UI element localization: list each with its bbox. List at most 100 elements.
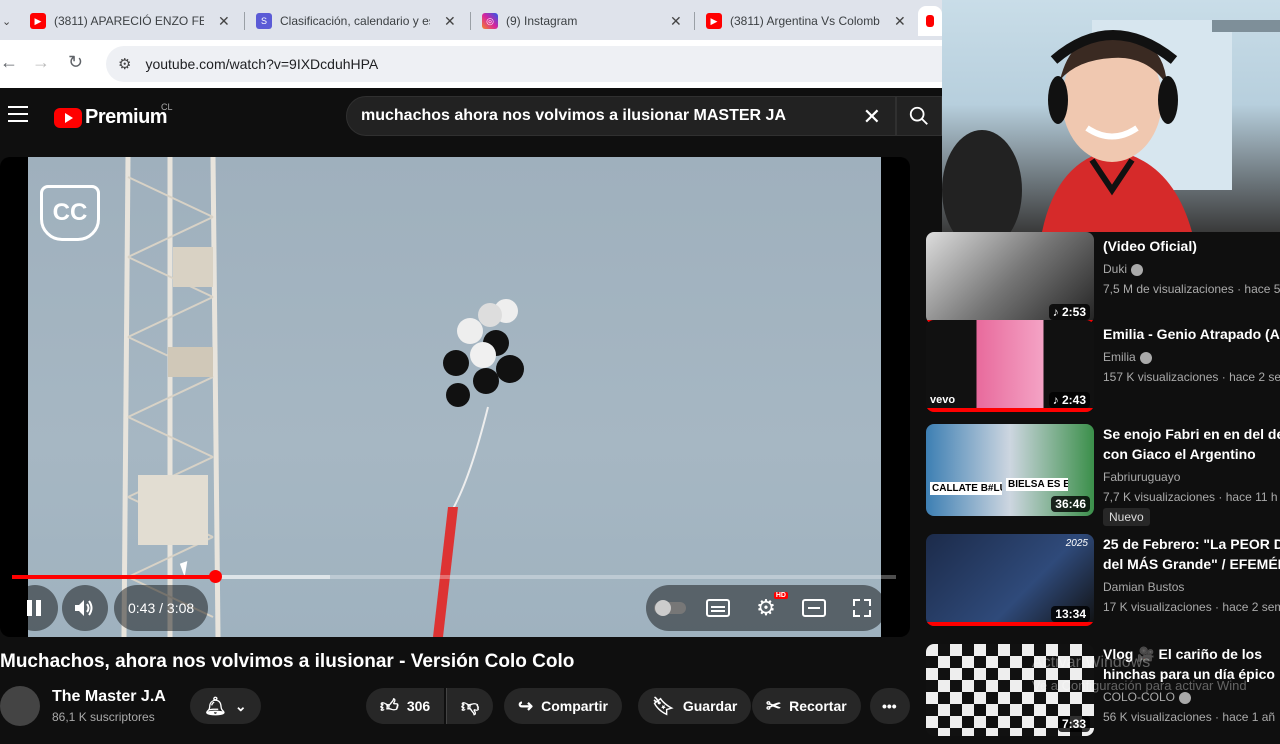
clip-button[interactable]: ✂ Recortar [752,688,861,724]
thumb-year: 2025 [1065,538,1088,549]
youtube-play-logo-icon [54,107,82,128]
channel-name[interactable]: The Master J.A [52,688,166,706]
recommendation-item[interactable]: vevo ♪ 2:43 Emilia - Genio Atrapado (Au … [924,320,1280,420]
dislike-button[interactable]: 👎︎ [446,688,494,724]
pause-button[interactable] [12,585,58,631]
instagram-icon: ◎ [482,13,498,29]
tab-title: Clasificación, calendario y es [280,14,430,28]
video-thumbnail[interactable]: CALLATE B#LUDO BIELSA ES EL MEJOR 36:46 [926,424,1094,516]
more-actions-button[interactable]: ••• [870,688,910,724]
save-button[interactable]: 🔖︎ Guardar [638,688,752,724]
watched-progress-bar [926,408,1094,412]
mute-button[interactable] [62,585,108,631]
clear-search-icon[interactable]: ✕ [863,104,881,130]
subscriber-count: 86,1 K suscriptores [52,710,155,724]
like-button[interactable]: 👍︎ 306 [366,688,445,724]
close-icon[interactable]: ✕ [444,13,456,30]
tab-separator [244,12,245,30]
tab-separator [470,12,471,30]
search-input[interactable]: muchachos ahora nos volvimos a ilusionar… [346,96,896,136]
video-duration: 7:33 [1057,716,1090,732]
channel-avatar[interactable] [0,686,40,726]
video-thumbnail[interactable]: ♪ 2:53 [926,232,1094,324]
verified-icon [1131,263,1144,276]
fullscreen-icon[interactable] [840,586,884,630]
browser-tab-bar: ⌄ ▶ (3811) APARECIÓ ENZO FER ✕ S Clasifi… [0,0,942,40]
streamer-image [942,20,1280,232]
tab-title: (3811) Argentina Vs Colomb [730,14,880,28]
subtitles-icon[interactable] [696,586,740,630]
video-duration: 36:46 [1051,496,1090,512]
browser-tab-3[interactable]: ◎ (9) Instagram ✕ [472,6,682,36]
thumbs-up-icon: 👍︎ [380,696,399,716]
channel-name: Emilia [1103,350,1152,364]
more-icon: ••• [882,698,897,714]
url-text: youtube.com/watch?v=9IXDcduhHPA [145,56,379,72]
close-icon[interactable]: ✕ [670,13,682,30]
recommendation-item[interactable]: 2025 13:34 25 de Febrero: "La PEOR Der d… [924,534,1280,634]
hamburger-menu-icon[interactable] [8,106,28,127]
new-badge: Nuevo [1103,508,1150,526]
close-icon[interactable]: ✕ [894,13,906,30]
video-thumbnail[interactable]: 2025 13:34 [926,534,1094,626]
browser-tab-4[interactable]: ▶ (3811) Argentina Vs Colomb ✕ [696,6,906,36]
back-icon[interactable]: ← [0,52,18,73]
bookmark-icon: 🔖︎ [652,695,675,716]
balloons-image [433,299,524,637]
video-meta: 157 K visualizaciones · hace 2 se [1103,370,1280,384]
theater-mode-icon[interactable] [792,586,836,630]
tab-separator [694,12,695,30]
video-duration: 13:34 [1051,606,1090,622]
share-icon: ↪ [518,695,534,716]
watched-progress-bar [926,622,1094,626]
thumb-text: CALLATE B#LUDO [930,482,1002,495]
video-thumbnail[interactable]: vevo ♪ 2:43 [926,320,1094,412]
channel-watermark: CC [40,185,100,241]
verified-icon [1139,351,1152,364]
verified-icon [1179,691,1192,704]
activation-watermark: Activar Windows [1032,654,1151,671]
vevo-label: vevo [930,394,956,406]
hd-badge: HD [773,592,788,599]
chevron-down-icon: ⌄ [234,697,247,714]
channel-name: Duki [1103,262,1144,276]
settings-icon[interactable]: ⚙ HD [744,586,788,630]
channel-row: The Master J.A 86,1 K suscriptores 🔔︎ ⌄ 👍… [0,684,942,726]
video-meta: 17 K visualizaciones · hace 2 sem [1103,600,1280,614]
forward-icon[interactable]: → [32,52,50,73]
video-player[interactable]: CC 0:43 / 3:08 ⚙ HD [0,157,910,637]
time-text: 0:43 / 3:08 [128,600,195,616]
browser-tab-1[interactable]: ▶ (3811) APARECIÓ ENZO FER ✕ [20,6,230,36]
clip-label: Recortar [789,698,847,714]
site-settings-icon[interactable]: ⚙ [118,55,131,73]
save-label: Guardar [682,698,738,714]
share-button[interactable]: ↪ Compartir [504,688,622,724]
channel-name: Damian Bustos [1103,580,1185,594]
video-title: Muchachos, ahora nos volvimos a ilusiona… [0,651,575,672]
video-duration: ♪ 2:43 [1048,392,1090,408]
scissors-icon: ✂ [766,695,782,716]
video-frame [28,157,881,637]
bell-icon: 🔔︎ [204,695,227,716]
browser-tab-2[interactable]: S Clasificación, calendario y es ✕ [246,6,456,36]
tab-list-chevron-icon[interactable]: ⌄ [0,6,18,36]
youtube-icon [926,15,934,27]
recommendation-item[interactable]: ♪ 2:53 (Video Oficial) Duki 7,5 M de vis… [924,232,1280,332]
youtube-premium-logo[interactable]: Premium CL [54,102,173,129]
progress-bar[interactable] [12,570,896,583]
autoplay-toggle[interactable] [648,586,692,630]
youtube-icon: ▶ [30,13,46,29]
search-button[interactable] [896,96,942,136]
video-meta: 56 K visualizaciones · hace 1 añ [1103,710,1276,724]
reload-icon[interactable]: ↻ [68,52,83,73]
time-display: 0:43 / 3:08 [114,585,209,631]
notification-bell-button[interactable]: 🔔︎ ⌄ [190,688,261,724]
browser-tab-active[interactable] [918,6,942,36]
url-field[interactable]: ⚙ youtube.com/watch?v=9IXDcduhHPA [106,46,942,82]
recommendation-item[interactable]: CALLATE B#LUDO BIELSA ES EL MEJOR 36:46 … [924,424,1280,526]
close-icon[interactable]: ✕ [218,13,230,30]
tab-title: (9) Instagram [506,14,578,28]
video-meta: 7,5 M de visualizaciones · hace 5 [1103,282,1280,296]
like-count: 306 [406,698,431,714]
video-title-line2: del MÁS Grande" / EFEMÉRI [1103,556,1280,572]
